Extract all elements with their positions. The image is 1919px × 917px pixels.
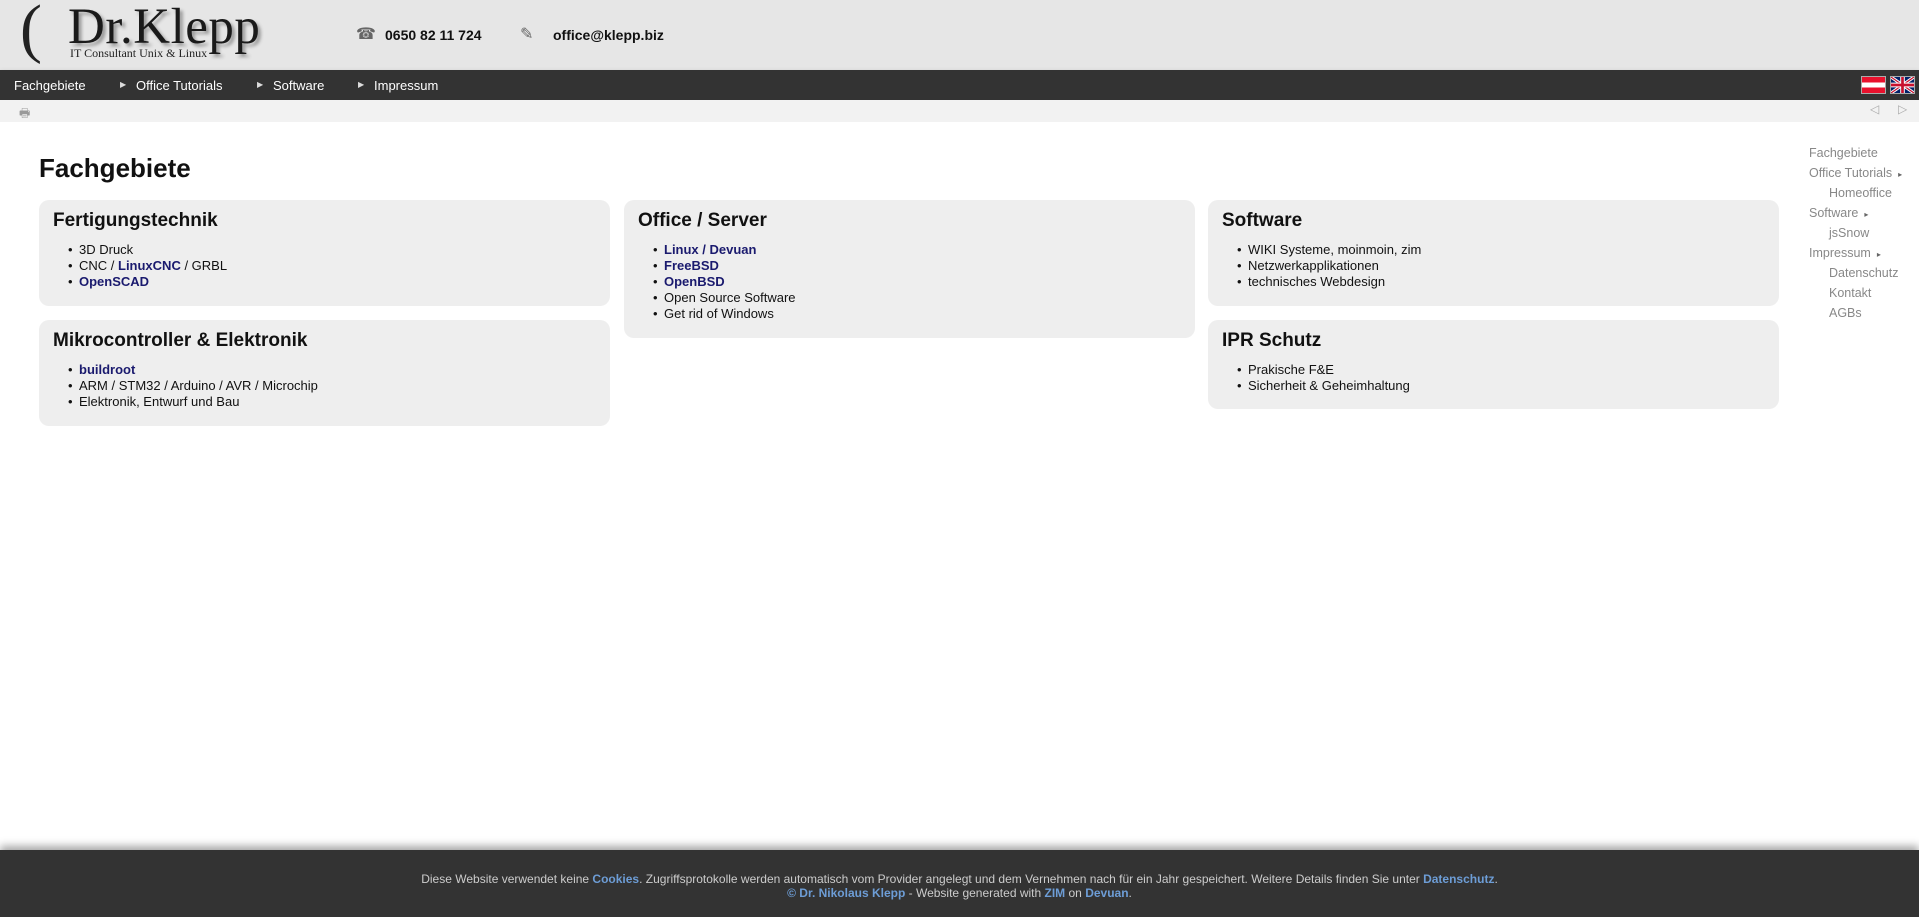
box-software: Software WIKI Systeme, moinmoin, zim Net… bbox=[1208, 200, 1779, 306]
box-mikrocontroller: Mikrocontroller & Elektronik buildroot A… bbox=[39, 320, 610, 426]
site-logo[interactable]: ( Dr.Klepp IT Consultant Unix & Linux bbox=[20, 0, 300, 65]
list-item: Get rid of Windows bbox=[653, 306, 1181, 322]
box-title: Fertigungstechnik bbox=[53, 210, 218, 231]
devuan-link[interactable]: Devuan bbox=[710, 242, 757, 257]
page-title: Fachgebiete bbox=[39, 153, 191, 183]
separator: / bbox=[698, 242, 710, 257]
triangle-right-icon: ▸ bbox=[1898, 170, 1903, 179]
sidebar-item-fachgebiete[interactable]: Fachgebiete bbox=[1809, 146, 1902, 166]
author-link[interactable]: © Dr. Nikolaus Klepp bbox=[787, 886, 905, 900]
list-item: ARM / STM32 / Arduino / AVR / Microchip bbox=[68, 378, 596, 394]
sidebar-item-impressum[interactable]: Impressum ▸ bbox=[1809, 246, 1902, 266]
zim-link[interactable]: ZIM bbox=[1045, 886, 1066, 900]
nav-item-fachgebiete[interactable]: Fachgebiete bbox=[14, 78, 86, 93]
triangle-right-icon: ▸ bbox=[1876, 250, 1881, 259]
print-icon[interactable]: 🖶 bbox=[19, 104, 30, 125]
site-footer: Diese Website verwendet keine Cookies. Z… bbox=[0, 850, 1919, 917]
nav-item-impressum[interactable]: Impressum bbox=[374, 78, 438, 93]
openbsd-link[interactable]: OpenBSD bbox=[664, 274, 725, 289]
box-office-server: Office / Server Linux / Devuan FreeBSD O… bbox=[624, 200, 1195, 338]
list-item: CNC / LinuxCNC / GRBL bbox=[68, 258, 596, 274]
phone-number: 0650 82 11 724 bbox=[385, 27, 482, 43]
sidebar-nav: Fachgebiete Office Tutorials ▸ Homeoffice… bbox=[1809, 146, 1902, 326]
nav-arrow-icon: ▶ bbox=[358, 80, 365, 89]
box-ipr-schutz: IPR Schutz Prakische F&E Sicherheit & Ge… bbox=[1208, 320, 1779, 409]
box-title: Software bbox=[1222, 210, 1303, 231]
list-item: OpenBSD bbox=[653, 274, 1181, 290]
austria-flag-icon[interactable] bbox=[1861, 76, 1886, 94]
logo-tagline: IT Consultant Unix & Linux bbox=[70, 46, 208, 60]
box-title: IPR Schutz bbox=[1222, 330, 1322, 351]
footer-credits-line: © Dr. Nikolaus Klepp - Website generated… bbox=[787, 886, 1132, 900]
freebsd-link[interactable]: FreeBSD bbox=[664, 258, 719, 273]
list-item: Open Source Software bbox=[653, 290, 1181, 306]
logo-bracket: ( bbox=[20, 0, 42, 65]
prev-icon[interactable]: ◁ bbox=[1870, 102, 1879, 116]
nav-item-software[interactable]: Software bbox=[273, 78, 324, 93]
box-list: buildroot ARM / STM32 / Arduino / AVR / … bbox=[53, 362, 596, 410]
list-item: Netzwerkapplikationen bbox=[1237, 258, 1765, 274]
datenschutz-link[interactable]: Datenschutz bbox=[1423, 872, 1494, 886]
sidebar-item-datenschutz[interactable]: Datenschutz bbox=[1809, 266, 1902, 286]
phone-icon: ☎ bbox=[356, 26, 376, 43]
sidebar-item-office-tutorials[interactable]: Office Tutorials ▸ bbox=[1809, 166, 1902, 186]
sidebar-item-agbs[interactable]: AGBs bbox=[1809, 306, 1902, 326]
openscad-link[interactable]: OpenSCAD bbox=[79, 274, 149, 289]
buildroot-link[interactable]: buildroot bbox=[79, 362, 135, 377]
list-item: Prakische F&E bbox=[1237, 362, 1765, 378]
main-nav: Fachgebiete ▶ Office Tutorials ▶ Softwar… bbox=[0, 70, 1919, 100]
box-list: Prakische F&E Sicherheit & Geheimhaltung bbox=[1222, 362, 1765, 394]
nav-arrow-icon: ▶ bbox=[257, 80, 264, 89]
nav-arrow-icon: ▶ bbox=[120, 80, 127, 89]
devuan-footer-link[interactable]: Devuan bbox=[1085, 886, 1128, 900]
box-fertigungstechnik: Fertigungstechnik 3D Druck CNC / LinuxCN… bbox=[39, 200, 610, 306]
list-item: OpenSCAD bbox=[68, 274, 596, 290]
box-title: Mikrocontroller & Elektronik bbox=[53, 330, 308, 351]
list-item: Sicherheit & Geheimhaltung bbox=[1237, 378, 1765, 394]
site-header: ( Dr.Klepp IT Consultant Unix & Linux ☎ … bbox=[0, 0, 1919, 70]
list-item: FreeBSD bbox=[653, 258, 1181, 274]
next-icon[interactable]: ▷ bbox=[1898, 102, 1907, 116]
sidebar-item-kontakt[interactable]: Kontakt bbox=[1809, 286, 1902, 306]
pencil-icon: ✎ bbox=[520, 26, 534, 43]
page-toolbar: 🖶 ◁ ▷ bbox=[0, 100, 1919, 122]
email-link[interactable]: office@klepp.biz bbox=[553, 27, 664, 43]
box-list: 3D Druck CNC / LinuxCNC / GRBL OpenSCAD bbox=[53, 242, 596, 290]
list-item: technisches Webdesign bbox=[1237, 274, 1765, 290]
box-list: Linux / Devuan FreeBSD OpenBSD Open Sour… bbox=[638, 242, 1181, 322]
sidebar-item-jssnow[interactable]: jsSnow bbox=[1809, 226, 1902, 246]
sidebar-item-software[interactable]: Software ▸ bbox=[1809, 206, 1902, 226]
list-item: Elektronik, Entwurf und Bau bbox=[68, 394, 596, 410]
list-item: WIKI Systeme, moinmoin, zim bbox=[1237, 242, 1765, 258]
linuxcnc-link[interactable]: LinuxCNC bbox=[118, 258, 181, 273]
list-item: Linux / Devuan bbox=[653, 242, 1181, 258]
uk-flag-icon[interactable] bbox=[1890, 76, 1915, 94]
sidebar-item-homeoffice[interactable]: Homeoffice bbox=[1809, 186, 1902, 206]
list-item: buildroot bbox=[68, 362, 596, 378]
nav-item-office-tutorials[interactable]: Office Tutorials bbox=[136, 78, 222, 93]
box-list: WIKI Systeme, moinmoin, zim Netzwerkappl… bbox=[1222, 242, 1765, 290]
footer-privacy-line: Diese Website verwendet keine Cookies. Z… bbox=[421, 872, 1498, 886]
triangle-right-icon: ▸ bbox=[1864, 210, 1869, 219]
cookies-link[interactable]: Cookies bbox=[592, 872, 639, 886]
linux-link[interactable]: Linux bbox=[664, 242, 699, 257]
list-item: 3D Druck bbox=[68, 242, 596, 258]
box-title: Office / Server bbox=[638, 210, 767, 231]
